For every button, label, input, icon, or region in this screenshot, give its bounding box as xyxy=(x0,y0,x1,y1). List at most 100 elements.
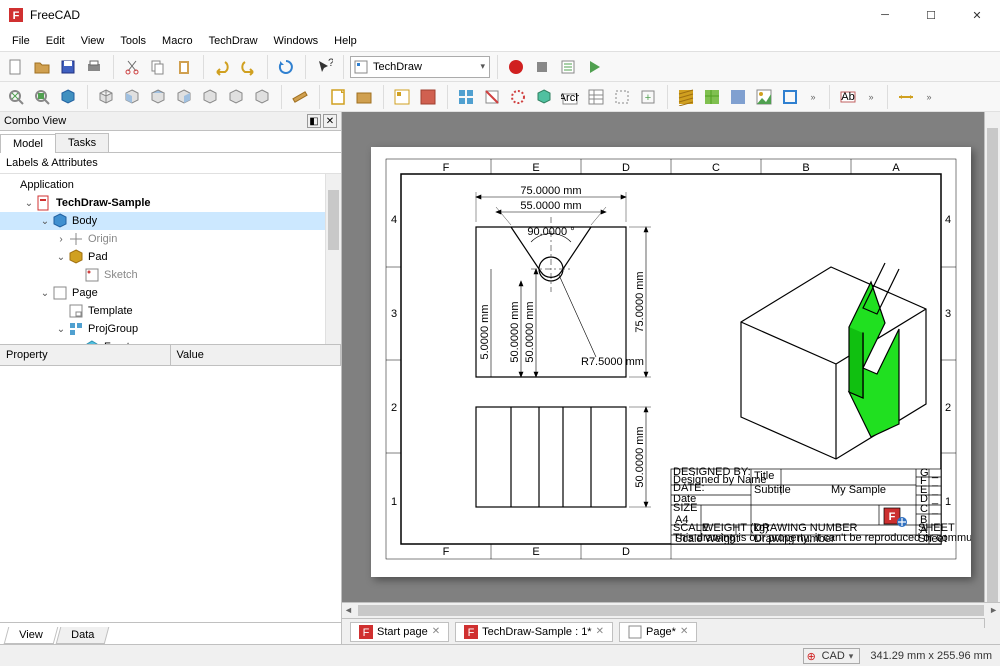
tree-item[interactable]: ⌄ProjGroup xyxy=(0,320,341,338)
bottom-view-icon[interactable] xyxy=(224,85,248,109)
menu-tools[interactable]: Tools xyxy=(112,33,154,49)
right-view-icon[interactable] xyxy=(172,85,196,109)
front-view-icon[interactable] xyxy=(120,85,144,109)
tab-tasks[interactable]: Tasks xyxy=(55,133,109,152)
hatch-icon[interactable] xyxy=(674,85,698,109)
menu-file[interactable]: File xyxy=(4,33,38,49)
symbol-icon[interactable] xyxy=(726,85,750,109)
fit-all-icon[interactable] xyxy=(4,85,28,109)
redo-icon[interactable] xyxy=(236,55,260,79)
maximize-button[interactable]: ☐ xyxy=(908,0,954,30)
macro-play-icon[interactable] xyxy=(582,55,606,79)
print-icon[interactable] xyxy=(82,55,106,79)
twisty-icon[interactable]: ⌄ xyxy=(38,288,52,299)
panel-float-icon[interactable]: ◧ xyxy=(307,114,321,128)
measure-icon[interactable] xyxy=(288,85,312,109)
new-icon[interactable] xyxy=(4,55,28,79)
draw-style-icon[interactable] xyxy=(56,85,80,109)
spreadsheet-view-icon[interactable] xyxy=(584,85,608,109)
close-icon[interactable]: ✕ xyxy=(596,626,604,637)
new-page-template-icon[interactable] xyxy=(352,85,376,109)
save-icon[interactable] xyxy=(56,55,80,79)
menu-techdraw[interactable]: TechDraw xyxy=(201,33,266,49)
annotation-icon[interactable]: Ab xyxy=(836,85,860,109)
prop-col-property[interactable]: Property xyxy=(0,345,171,365)
proj-group-icon[interactable] xyxy=(454,85,478,109)
insert-view-icon[interactable] xyxy=(390,85,414,109)
nav-style-selector[interactable]: CAD xyxy=(803,648,861,664)
close-icon[interactable]: ✕ xyxy=(680,626,688,637)
open-icon[interactable] xyxy=(30,55,54,79)
menu-edit[interactable]: Edit xyxy=(38,33,73,49)
new-page-icon[interactable] xyxy=(326,85,350,109)
paste-icon[interactable] xyxy=(172,55,196,79)
twisty-icon[interactable]: ⌄ xyxy=(22,198,36,209)
minimize-button[interactable]: ─ xyxy=(862,0,908,30)
draft-view-icon[interactable] xyxy=(532,85,556,109)
tab-data[interactable]: Data xyxy=(55,627,109,644)
macro-list-icon[interactable] xyxy=(556,55,580,79)
insert-active-view-icon[interactable] xyxy=(416,85,440,109)
close-icon[interactable]: ✕ xyxy=(432,626,440,637)
svg-text:75.0000 mm: 75.0000 mm xyxy=(634,271,646,332)
twisty-icon[interactable]: › xyxy=(70,342,84,345)
doc-tab-start[interactable]: FStart page✕ xyxy=(350,622,449,642)
drawing-page[interactable]: FEDCBA FED 4321 4321 xyxy=(371,147,971,577)
section-view-icon[interactable] xyxy=(480,85,504,109)
drawing-viewport[interactable]: FEDCBA FED 4321 4321 xyxy=(342,112,1000,644)
toolbar-overflow-icon[interactable]: » xyxy=(804,85,822,109)
tree-item[interactable]: ⌄Page xyxy=(0,284,341,302)
doc-tab-page[interactable]: Page*✕ xyxy=(619,622,697,642)
pointer-icon[interactable]: ? xyxy=(312,55,336,79)
top-view-icon[interactable] xyxy=(146,85,170,109)
tree-item[interactable]: Template xyxy=(0,302,341,320)
geom-hatch-icon[interactable] xyxy=(700,85,724,109)
arch-view-icon[interactable]: Arch xyxy=(558,85,582,109)
tree-scrollbar[interactable] xyxy=(325,174,341,344)
menu-help[interactable]: Help xyxy=(326,33,365,49)
close-button[interactable]: ✕ xyxy=(954,0,1000,30)
copy-icon[interactable] xyxy=(146,55,170,79)
undo-icon[interactable] xyxy=(210,55,234,79)
macro-stop-icon[interactable] xyxy=(530,55,554,79)
iso-view-icon[interactable] xyxy=(94,85,118,109)
tree-item[interactable]: Sketch xyxy=(0,266,341,284)
rear-view-icon[interactable] xyxy=(198,85,222,109)
clip-add-icon[interactable]: + xyxy=(636,85,660,109)
detail-view-icon[interactable] xyxy=(506,85,530,109)
workbench-selector[interactable]: TechDraw xyxy=(350,56,490,78)
twisty-icon[interactable]: › xyxy=(54,234,68,245)
svg-text:A: A xyxy=(892,162,900,174)
toolbar-overflow-3-icon[interactable]: » xyxy=(920,85,938,109)
tree-item[interactable]: ⌄Body xyxy=(0,212,341,230)
left-view-icon[interactable] xyxy=(250,85,274,109)
tab-model[interactable]: Model xyxy=(0,134,56,153)
toggle-frame-icon[interactable] xyxy=(778,85,802,109)
page-icon xyxy=(52,285,68,301)
doc-tab-sample[interactable]: FTechDraw-Sample : 1*✕ xyxy=(455,622,613,642)
twisty-icon[interactable]: ⌄ xyxy=(38,216,52,227)
tree-item[interactable]: ›Front xyxy=(0,338,341,344)
menu-windows[interactable]: Windows xyxy=(266,33,327,49)
macro-record-icon[interactable] xyxy=(504,55,528,79)
image-icon[interactable] xyxy=(752,85,776,109)
toolbar-overflow-2-icon[interactable]: » xyxy=(862,85,880,109)
viewport-scrollbar-h[interactable] xyxy=(342,602,1000,618)
twisty-icon[interactable]: ⌄ xyxy=(54,324,68,335)
menu-view[interactable]: View xyxy=(73,33,113,49)
tab-view[interactable]: View xyxy=(4,627,58,644)
cut-icon[interactable] xyxy=(120,55,144,79)
dimension-length-icon[interactable] xyxy=(894,85,918,109)
panel-close-icon[interactable]: ✕ xyxy=(323,114,337,128)
model-tree[interactable]: Application ⌄TechDraw-Sample⌄Body›Origin… xyxy=(0,174,341,344)
refresh-icon[interactable] xyxy=(274,55,298,79)
tree-item[interactable]: ›Origin xyxy=(0,230,341,248)
menu-macro[interactable]: Macro xyxy=(154,33,201,49)
tree-item[interactable]: ⌄Pad xyxy=(0,248,341,266)
prop-col-value[interactable]: Value xyxy=(171,345,342,365)
viewport-scrollbar-v[interactable] xyxy=(984,112,1000,628)
tree-item[interactable]: ⌄TechDraw-Sample xyxy=(0,194,341,212)
clip-group-icon[interactable] xyxy=(610,85,634,109)
fit-selection-icon[interactable] xyxy=(30,85,54,109)
twisty-icon[interactable]: ⌄ xyxy=(54,252,68,263)
